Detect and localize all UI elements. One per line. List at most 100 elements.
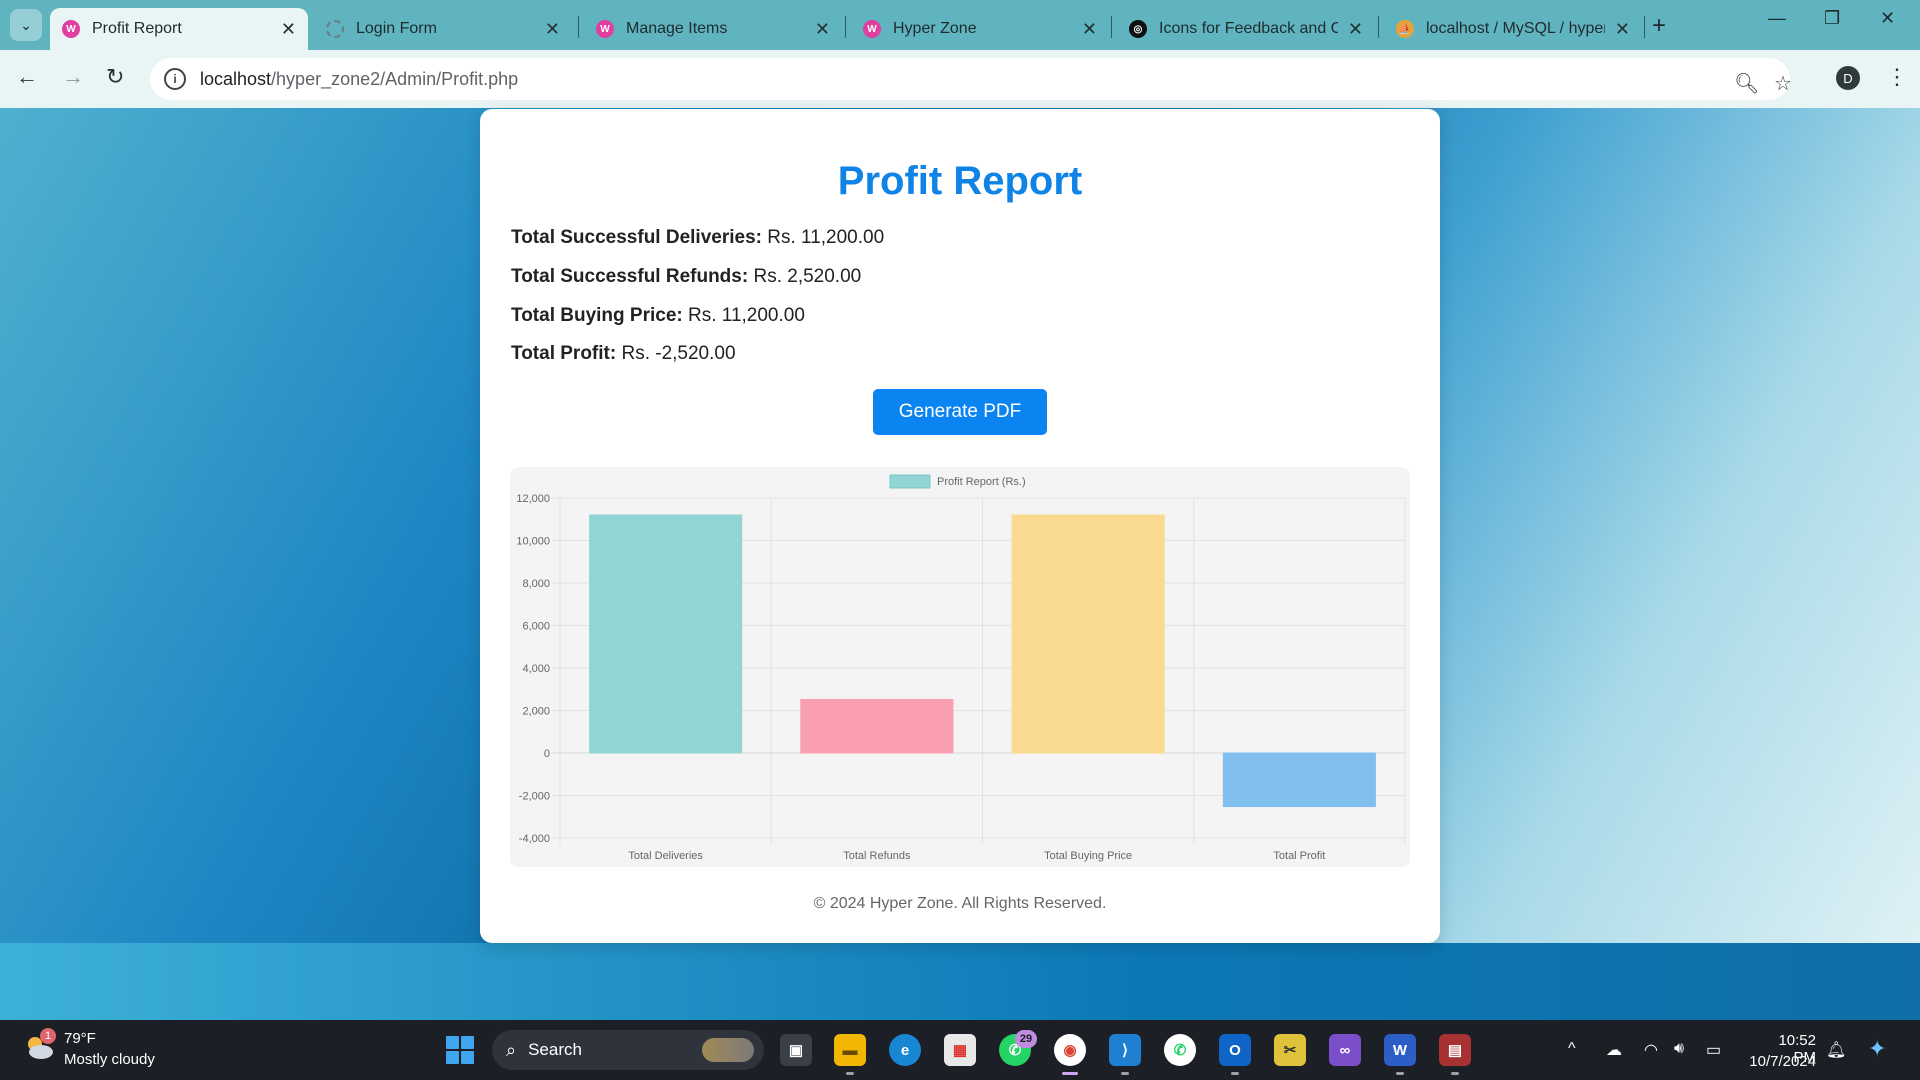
page-title: Profit Report — [837, 159, 1083, 203]
tab-label: Hyper Zone — [893, 20, 977, 37]
tab-label: Profit Report — [92, 20, 182, 37]
tab-search-button[interactable]: ⌄ — [10, 9, 42, 41]
tab-manage-items[interactable]: W Manage Items ✕ — [584, 8, 842, 50]
x-tick-label: Total Buying Price — [1044, 850, 1132, 862]
visual-studio-icon[interactable]: ∞ — [1329, 1034, 1361, 1066]
tab-label: Icons for Feedback and Co — [1159, 20, 1338, 37]
chart-bar — [1011, 514, 1165, 754]
file-explorer-icon[interactable]: ▬ — [834, 1034, 866, 1066]
favicon-icon: W — [863, 20, 881, 38]
tab-separator — [1644, 16, 1645, 38]
reload-icon[interactable]: ↻ — [106, 64, 124, 90]
volume-icon[interactable]: 🔊︎ — [1674, 1040, 1684, 1058]
weather-desc[interactable]: Mostly cloudy — [64, 1051, 155, 1068]
search-icon: ⌕ — [506, 1039, 517, 1060]
search-label: Search — [528, 1040, 582, 1059]
running-indicator — [1451, 1072, 1459, 1075]
profit-chart: 12,000 10,000 8,000 6,000 4,000 2,000 0 -2,000 -… — [510, 467, 1410, 867]
search-highlight-image — [702, 1038, 754, 1062]
onedrive-icon[interactable]: ☁ — [1606, 1040, 1622, 1060]
menu-dots-icon[interactable]: ⋮ — [1886, 64, 1908, 90]
chrome-icon[interactable]: ◉ — [1054, 1034, 1086, 1066]
winrar-icon[interactable]: ▤ — [1439, 1034, 1471, 1066]
taskbar-search[interactable]: ⌕ Search — [492, 1030, 764, 1070]
tab-separator — [578, 16, 579, 38]
stat-refunds: Total Successful Refunds: Rs. 2,520.00 — [511, 266, 862, 287]
close-icon[interactable]: ✕ — [545, 19, 560, 40]
close-window-icon[interactable]: ✕ — [1880, 8, 1895, 29]
bell-icon[interactable]: 🔔︎ — [1826, 1040, 1846, 1060]
tab-label: localhost / MySQL / hyper — [1426, 20, 1605, 37]
zoom-icon[interactable]: 🔍︎ — [1734, 71, 1759, 96]
tab-hyper-zone[interactable]: W Hyper Zone ✕ — [851, 8, 1109, 50]
y-tick-label: -4,000 — [519, 833, 550, 845]
favicon-icon: W — [596, 20, 614, 38]
y-tick-label: 12,000 — [516, 493, 550, 505]
openai-icon: ◎ — [1129, 20, 1147, 38]
close-icon[interactable]: ✕ — [1615, 19, 1630, 40]
address-bar[interactable]: i localhost/hyper_zone2/Admin/Profit.php… — [150, 58, 1792, 100]
running-indicator — [1396, 1072, 1404, 1075]
x-tick-label: Total Deliveries — [628, 850, 703, 862]
forward-icon[interactable]: → — [62, 64, 84, 90]
favicon-icon: W — [62, 20, 80, 38]
close-icon[interactable]: ✕ — [815, 19, 830, 40]
vscode-icon[interactable]: ⟩ — [1109, 1034, 1141, 1066]
close-icon[interactable]: ✕ — [281, 19, 296, 40]
loading-icon — [326, 20, 344, 38]
url-text: localhost/hyper_zone2/Admin/Profit.php — [200, 68, 519, 89]
whatsapp-icon[interactable]: ✆ — [1164, 1034, 1196, 1066]
active-indicator — [1062, 1072, 1078, 1075]
minimize-icon[interactable]: — — [1768, 8, 1786, 29]
tab-strip: ⌄ W Profit Report ✕ Login Form ✕ W Manag… — [0, 0, 1920, 50]
chart-bar — [589, 514, 743, 754]
start-button[interactable] — [446, 1036, 474, 1064]
site-info-icon[interactable]: i — [164, 68, 186, 90]
x-tick-label: Total Profit — [1273, 850, 1325, 862]
chart-svg: 12,000 10,000 8,000 6,000 4,000 2,000 0 -2,000 -… — [516, 474, 1406, 862]
new-tab-button[interactable]: + — [1652, 12, 1666, 40]
tab-icons-feedback[interactable]: ◎ Icons for Feedback and Co ✕ — [1117, 8, 1375, 50]
profile-avatar[interactable]: D — [1836, 66, 1860, 90]
edge-icon[interactable]: e — [889, 1034, 921, 1066]
stat-deliveries: Total Successful Deliveries: Rs. 11,200.… — [511, 227, 885, 248]
chevron-up-icon[interactable]: ^ — [1568, 1040, 1576, 1058]
legend-label: Profit Report (Rs.) — [937, 476, 1026, 488]
clock-date[interactable]: 10/7/2024 — [1744, 1053, 1816, 1070]
weather-badge: 1 — [40, 1028, 56, 1044]
tab-label: Login Form — [356, 20, 437, 37]
notification-badge: 29 — [1015, 1030, 1037, 1048]
close-icon[interactable]: ✕ — [1082, 19, 1097, 40]
running-indicator — [1121, 1072, 1129, 1075]
stat-profit: Total Profit: Rs. -2,520.00 — [511, 343, 736, 364]
snipping-tool-icon[interactable]: ✂ — [1274, 1034, 1306, 1066]
bookmark-star-icon[interactable]: ☆ — [1774, 71, 1792, 96]
weather-temp[interactable]: 79°F — [64, 1030, 96, 1047]
stat-buying-price: Total Buying Price: Rs. 11,200.00 — [511, 305, 805, 326]
footer-text: © 2024 Hyper Zone. All Rights Reserved. — [813, 895, 1107, 912]
taskbar: 1 79°F Mostly cloudy ⌕ Search ▣ ▬ e ▦ ✆ … — [0, 1020, 1920, 1080]
background-band — [0, 943, 1920, 1020]
browser-toolbar: ← → ↻ i localhost/hyper_zone2/Admin/Prof… — [0, 50, 1920, 108]
word-icon[interactable]: W — [1384, 1034, 1416, 1066]
tab-separator — [845, 16, 846, 38]
battery-icon[interactable]: ▭ — [1706, 1040, 1721, 1060]
store-icon[interactable]: ▦ — [944, 1034, 976, 1066]
close-icon[interactable]: ✕ — [1348, 19, 1363, 40]
generate-pdf-button[interactable]: Generate PDF — [873, 389, 1047, 435]
legend-swatch — [889, 474, 931, 489]
chevron-down-icon: ⌄ — [20, 16, 32, 33]
chart-bar — [800, 698, 954, 754]
y-tick-label: 10,000 — [516, 536, 550, 548]
y-tick-label: -2,000 — [519, 791, 550, 803]
tab-phpmyadmin[interactable]: ⛵ localhost / MySQL / hyper ✕ — [1384, 8, 1642, 50]
task-view-icon[interactable]: ▣ — [780, 1034, 812, 1066]
chart-bar — [1222, 752, 1376, 808]
restore-icon[interactable]: ❐ — [1824, 8, 1840, 29]
outlook-icon[interactable]: O — [1219, 1034, 1251, 1066]
tab-login-form[interactable]: Login Form ✕ — [314, 8, 572, 50]
wifi-icon[interactable]: ◠ — [1644, 1040, 1658, 1060]
copilot-icon[interactable]: ✦ — [1868, 1036, 1886, 1062]
tab-profit-report[interactable]: W Profit Report ✕ — [50, 8, 308, 50]
back-icon[interactable]: ← — [16, 64, 38, 90]
